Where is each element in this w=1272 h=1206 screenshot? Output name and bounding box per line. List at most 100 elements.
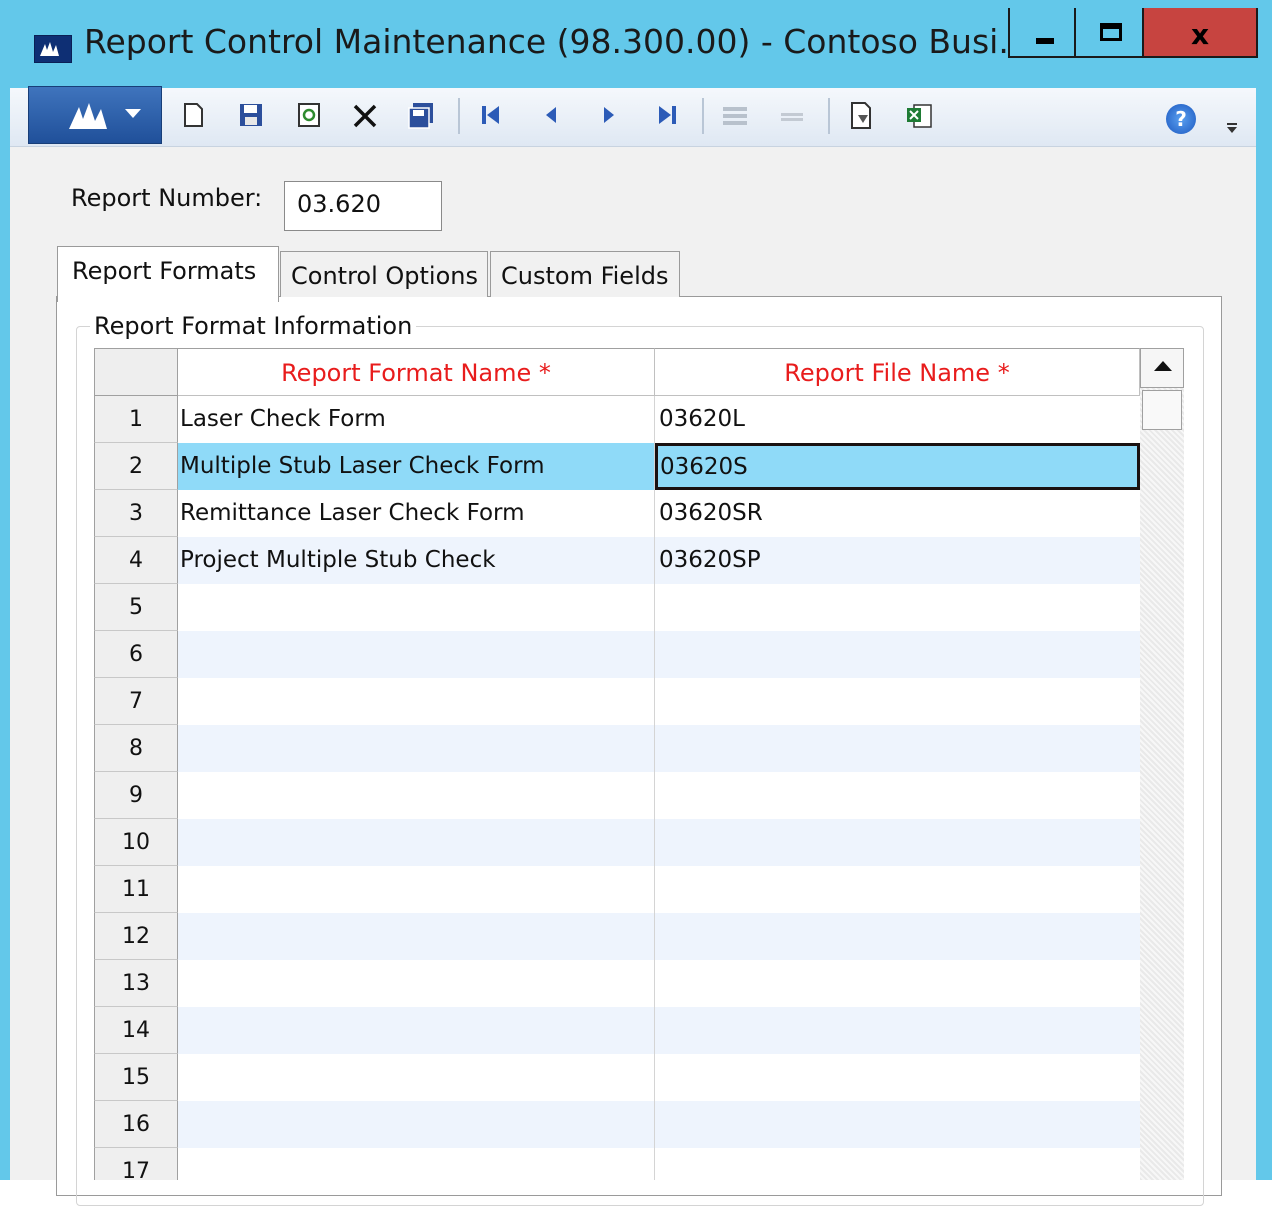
file-name-cell[interactable]: 03620L [655,396,1140,443]
format-name-cell[interactable]: Remittance Laser Check Form [178,490,655,537]
format-name-cell[interactable] [178,819,655,866]
file-name-cell[interactable] [655,1101,1140,1148]
last-record-icon[interactable] [652,101,682,131]
file-name-cell[interactable] [655,1148,1140,1180]
row-number[interactable]: 8 [94,725,178,772]
table-row[interactable]: 8 [94,725,1140,772]
minimize-button[interactable] [1008,8,1076,58]
table-row[interactable]: 7 [94,678,1140,725]
previous-record-icon[interactable] [536,101,566,131]
tab-custom-fields[interactable]: Custom Fields [490,251,680,297]
format-name-cell[interactable] [178,584,655,631]
row-number[interactable]: 7 [94,678,178,725]
file-name-cell[interactable] [655,631,1140,678]
app-icon[interactable] [34,35,72,63]
export-excel-icon[interactable] [904,101,934,131]
table-row[interactable]: 16 [94,1101,1140,1148]
file-name-cell[interactable] [655,866,1140,913]
row-number[interactable]: 1 [94,396,178,443]
insert-row-icon [720,101,750,131]
table-row[interactable]: 12 [94,913,1140,960]
file-name-cell[interactable]: 03620SR [655,490,1140,537]
row-number[interactable]: 3 [94,490,178,537]
grid-corner[interactable] [94,348,178,396]
title-bar[interactable]: Report Control Maintenance (98.300.00) -… [0,0,1272,88]
table-row[interactable]: 11 [94,866,1140,913]
row-number[interactable]: 6 [94,631,178,678]
row-number[interactable]: 16 [94,1101,178,1148]
row-number[interactable]: 4 [94,537,178,584]
help-icon[interactable]: ? [1166,104,1196,134]
row-number[interactable]: 14 [94,1007,178,1054]
delete-icon[interactable] [350,101,380,131]
table-row[interactable]: 17 [94,1148,1140,1180]
report-number-field[interactable]: 03.620 [284,181,442,231]
format-name-cell[interactable] [178,772,655,819]
format-name-cell[interactable] [178,1148,655,1180]
table-row[interactable]: 3 Remittance Laser Check Form 03620SR [94,490,1140,537]
file-name-cell[interactable] [655,1054,1140,1101]
row-number[interactable]: 10 [94,819,178,866]
tab-report-formats[interactable]: Report Formats [57,246,279,302]
row-number[interactable]: 2 [94,443,178,490]
format-name-cell[interactable] [178,960,655,1007]
file-name-cell[interactable] [655,725,1140,772]
toolbar: ? [10,86,1256,147]
file-name-cell[interactable] [655,913,1140,960]
format-name-cell[interactable] [178,725,655,772]
file-name-cell[interactable]: 03620SP [655,537,1140,584]
tab-control-options[interactable]: Control Options [280,251,488,297]
table-row[interactable]: 10 [94,819,1140,866]
file-name-cell[interactable] [655,772,1140,819]
format-name-cell[interactable] [178,1101,655,1148]
table-row[interactable]: 4 Project Multiple Stub Check 03620SP [94,537,1140,584]
row-number[interactable]: 9 [94,772,178,819]
print-icon[interactable] [846,101,876,131]
format-name-cell[interactable] [178,866,655,913]
format-name-cell[interactable] [178,1054,655,1101]
table-row[interactable]: 1 Laser Check Form 03620L [94,396,1140,443]
scroll-up-button[interactable] [1140,348,1184,388]
file-name-cell[interactable] [655,819,1140,866]
file-name-cell[interactable] [655,960,1140,1007]
format-name-cell[interactable]: Project Multiple Stub Check [178,537,655,584]
first-record-icon[interactable] [476,101,506,131]
file-name-cell[interactable] [655,1007,1140,1054]
table-row[interactable]: 15 [94,1054,1140,1101]
scroll-thumb[interactable] [1142,390,1182,430]
table-row[interactable]: 14 [94,1007,1140,1054]
new-icon[interactable] [178,101,208,131]
row-number[interactable]: 11 [94,866,178,913]
row-number[interactable]: 12 [94,913,178,960]
table-row[interactable]: 13 [94,960,1140,1007]
window-title: Report Control Maintenance (98.300.00) -… [84,22,1030,61]
vertical-scrollbar[interactable] [1140,348,1184,1180]
file-name-cell[interactable] [655,584,1140,631]
close-button[interactable]: x [1144,8,1258,58]
file-name-cell[interactable] [655,678,1140,725]
table-row[interactable]: 5 [94,584,1140,631]
row-number[interactable]: 5 [94,584,178,631]
next-record-icon[interactable] [594,101,624,131]
format-name-cell[interactable]: Multiple Stub Laser Check Form [178,443,655,490]
column-header-file-name[interactable]: Report File Name * [655,348,1140,396]
save-icon[interactable] [236,101,266,131]
maximize-button[interactable] [1076,8,1144,58]
refresh-icon[interactable] [294,101,324,131]
row-number[interactable]: 15 [94,1054,178,1101]
format-name-cell[interactable] [178,1007,655,1054]
dynamics-menu-button[interactable] [28,86,162,144]
row-number[interactable]: 13 [94,960,178,1007]
format-name-cell[interactable]: Laser Check Form [178,396,655,443]
format-name-cell[interactable] [178,913,655,960]
save-all-icon[interactable] [406,101,436,131]
toolbar-overflow-icon[interactable] [1226,122,1238,138]
row-number[interactable]: 17 [94,1148,178,1180]
table-row[interactable]: 9 [94,772,1140,819]
column-header-format-name[interactable]: Report Format Name * [178,348,655,396]
file-name-cell[interactable]: 03620S [655,443,1140,490]
format-name-cell[interactable] [178,678,655,725]
format-name-cell[interactable] [178,631,655,678]
table-row[interactable]: 6 [94,631,1140,678]
table-row[interactable]: 2 Multiple Stub Laser Check Form 03620S [94,443,1140,490]
